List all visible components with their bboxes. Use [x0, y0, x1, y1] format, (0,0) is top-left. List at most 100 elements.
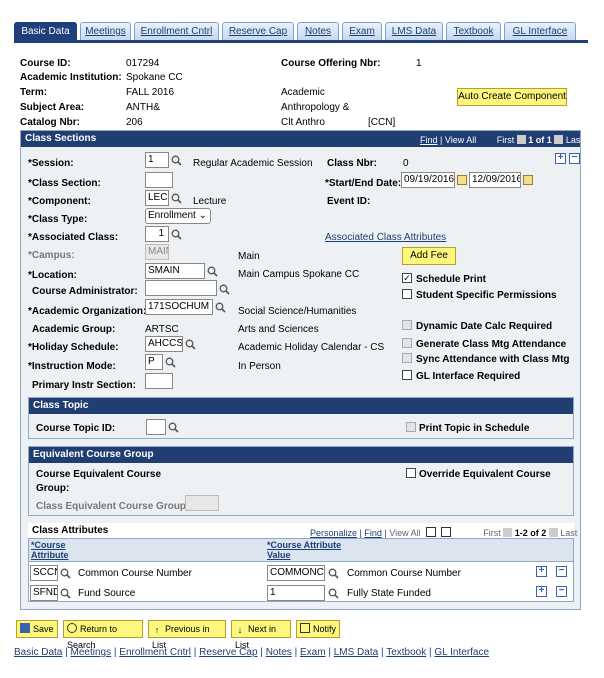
footer-link-lms-data[interactable]: LMS Data	[334, 647, 378, 658]
course-title-line3: Clt Anthro	[281, 117, 325, 128]
add-section-button[interactable]: +	[555, 153, 566, 164]
col-attribute-value-line2[interactable]: Value	[267, 550, 341, 560]
return-to-search-button[interactable]: Return to Search	[63, 620, 143, 650]
calendar-icon[interactable]	[457, 175, 467, 185]
search-icon[interactable]	[328, 568, 339, 579]
grid-zoom-icon[interactable]	[440, 527, 451, 537]
search-icon[interactable]	[171, 229, 182, 240]
footer-link-exam[interactable]: Exam	[300, 647, 326, 658]
search-icon[interactable]	[165, 357, 176, 368]
tab-textbook[interactable]: Textbook	[446, 22, 501, 40]
tab-reserve-cap[interactable]: Reserve Cap	[222, 22, 294, 40]
footer-link-enrollment-cntrl[interactable]: Enrollment Cntrl	[119, 647, 191, 658]
attr-find-link[interactable]: Find	[364, 528, 382, 538]
search-icon[interactable]	[215, 302, 226, 313]
tab-basic-data[interactable]: Basic Data	[14, 22, 77, 40]
calendar-icon[interactable]	[523, 175, 533, 185]
student-permissions-checkbox[interactable]	[402, 289, 412, 299]
sections-view-all-link[interactable]: View All	[445, 135, 476, 145]
tab-enrollment-cntrl[interactable]: Enrollment Cntrl	[134, 22, 219, 40]
add-row-button[interactable]: +	[536, 566, 547, 577]
auto-create-component-button[interactable]: Auto Create Component	[457, 88, 567, 106]
instr-mode-input[interactable]: P	[145, 354, 163, 370]
first-arrow-icon[interactable]	[503, 528, 513, 537]
first-arrow-icon[interactable]	[516, 135, 526, 144]
tab-meetings[interactable]: Meetings	[80, 22, 131, 40]
tab-gl-interface[interactable]: GL Interface	[504, 22, 576, 40]
override-equiv-label: Override Equivalent Course	[419, 469, 551, 480]
subject-value: ANTH&	[126, 102, 160, 113]
start-date-input[interactable]: 09/19/2016	[401, 172, 455, 188]
gl-interface-checkbox[interactable]	[402, 370, 412, 380]
col-course-attribute-line2[interactable]: Attribute	[31, 550, 69, 560]
component-input[interactable]: LEC	[145, 190, 169, 206]
previous-in-list-button[interactable]: ↑ Previous in List	[148, 620, 226, 650]
associated-class-attributes-link[interactable]: Associated Class Attributes	[325, 232, 446, 243]
search-icon[interactable]	[171, 193, 182, 204]
footer-sep: |	[294, 647, 298, 658]
search-icon[interactable]	[60, 568, 71, 579]
location-input[interactable]: SMAIN	[145, 263, 205, 279]
footer-link-notes[interactable]: Notes	[266, 647, 292, 658]
add-row-button[interactable]: +	[536, 586, 547, 597]
personalize-link[interactable]: Personalize	[310, 528, 357, 538]
course-topic-input[interactable]	[146, 419, 166, 435]
class-section-input[interactable]	[145, 172, 173, 188]
footer-sep: |	[65, 647, 68, 658]
save-button[interactable]: Save	[16, 620, 58, 638]
footer-link-textbook[interactable]: Textbook	[386, 647, 426, 658]
campus-desc: Main	[238, 251, 260, 262]
attr-code-input[interactable]: SCCN	[30, 565, 58, 581]
search-icon[interactable]	[60, 588, 71, 599]
schedule-print-checkbox[interactable]: ✓	[402, 273, 412, 283]
attr-value-desc: Fully State Funded	[347, 588, 431, 599]
sections-find-link[interactable]: Find	[420, 135, 438, 145]
override-equiv-checkbox[interactable]	[406, 468, 416, 478]
session-input[interactable]: 1	[145, 152, 169, 168]
search-icon[interactable]	[219, 284, 230, 295]
primary-instr-input[interactable]	[145, 373, 173, 389]
col-course-attribute-line1[interactable]: *Course	[31, 540, 69, 550]
search-icon[interactable]	[171, 155, 182, 166]
tab-lms-data[interactable]: LMS Data	[385, 22, 443, 40]
attr-first[interactable]: First	[483, 528, 501, 538]
add-fee-button[interactable]: Add Fee	[402, 247, 456, 265]
attr-view-all-link[interactable]: View All	[389, 528, 420, 538]
delete-section-button[interactable]: −	[569, 153, 580, 164]
notify-button[interactable]: Notify	[296, 620, 340, 638]
sections-first[interactable]: First	[497, 135, 515, 145]
last-arrow-icon[interactable]	[548, 528, 558, 537]
tab-notes[interactable]: Notes	[297, 22, 339, 40]
delete-row-button[interactable]: −	[556, 566, 567, 577]
end-date-input[interactable]: 12/09/2016	[469, 172, 521, 188]
footer-link-gl-interface[interactable]: GL Interface	[434, 647, 489, 658]
course-admin-input[interactable]	[145, 280, 217, 296]
tab-exam[interactable]: Exam	[342, 22, 382, 40]
sync-attendance-label: Sync Attendance with Class Mtg	[416, 354, 570, 365]
attr-code-input[interactable]: SFND	[30, 585, 58, 601]
search-icon[interactable]	[328, 588, 339, 599]
acad-org-desc: Social Science/Humanities	[238, 306, 357, 317]
associated-class-input[interactable]: 1	[145, 226, 169, 242]
holiday-input[interactable]: AHCCS	[145, 336, 183, 352]
attr-last[interactable]: Last	[560, 528, 577, 538]
next-in-list-button[interactable]: ↓ Next in List	[231, 620, 291, 650]
last-arrow-icon[interactable]	[554, 135, 564, 144]
footer-link-basic-data[interactable]: Basic Data	[14, 647, 62, 658]
tab-underline	[14, 40, 588, 43]
attr-value-input[interactable]: COMMONCRS	[267, 565, 325, 581]
sections-last[interactable]: Last	[566, 135, 583, 145]
delete-row-button[interactable]: −	[556, 586, 567, 597]
col-attribute-value-line1[interactable]: *Course Attribute	[267, 540, 341, 550]
subject-label: Subject Area:	[20, 102, 85, 113]
attr-value-input[interactable]: 1	[267, 585, 325, 601]
search-icon[interactable]	[168, 422, 179, 433]
search-icon[interactable]	[207, 266, 218, 277]
class-type-select[interactable]: Enrollment ⌄	[145, 208, 211, 224]
grid-export-icon[interactable]	[426, 527, 437, 537]
acad-org-input[interactable]: 171SOCHUM	[145, 299, 213, 315]
footer-link-meetings[interactable]: Meetings	[71, 647, 112, 658]
footer-link-reserve-cap[interactable]: Reserve Cap	[199, 647, 257, 658]
search-icon[interactable]	[185, 339, 196, 350]
location-desc: Main Campus Spokane CC	[238, 269, 360, 280]
